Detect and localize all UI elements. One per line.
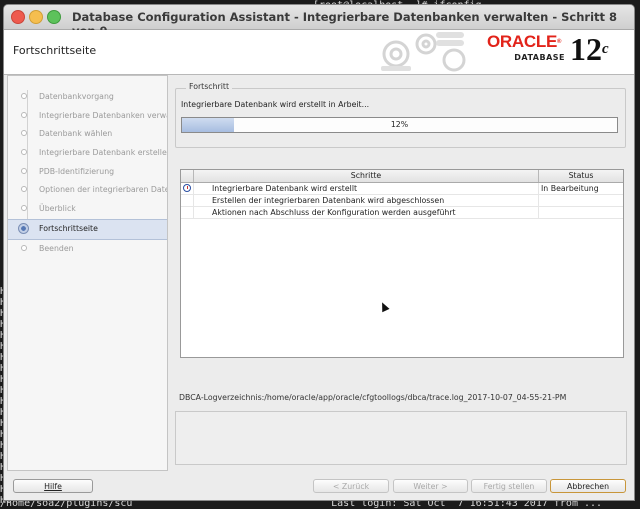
step-status-cell — [539, 207, 623, 218]
sidebar-item-label: Optionen der integrierbaren Datenbank — [39, 185, 167, 195]
progress-status-text: Integrierbare Datenbank wird erstellt in… — [181, 100, 370, 109]
progress-group-label: Fortschritt — [186, 82, 233, 91]
step-dot-icon — [21, 130, 27, 137]
dbca-window: Database Configuration Assistant - Integ… — [3, 4, 635, 501]
step-dot-icon — [21, 205, 27, 212]
progress-bar: 12% — [181, 117, 618, 133]
step-name-cell: Aktionen nach Abschluss der Konfiguratio… — [194, 207, 539, 218]
sidebar-item[interactable]: PDB-Identifizierung — [8, 163, 167, 182]
column-header-status[interactable]: Status — [539, 170, 623, 182]
gears-illustration-icon — [381, 32, 466, 72]
sidebar-item-label: Integrierbare Datenbanken verwalten — [39, 110, 167, 120]
close-window-button[interactable] — [11, 10, 25, 24]
finish-button[interactable]: Fertig stellen — [471, 479, 547, 493]
progress-group: Fortschritt Integrierbare Datenbank wird… — [175, 82, 626, 148]
step-name-cell: Erstellen der integrierbaren Datenbank w… — [194, 195, 539, 206]
step-name-cell: Integrierbare Datenbank wird erstellt — [194, 183, 539, 194]
sidebar-item-label: Datenbankvorgang — [39, 92, 114, 101]
sidebar-item[interactable]: Integrierbare Datenbanken verwalten — [8, 107, 167, 126]
step-status-cell: In Bearbeitung — [541, 184, 599, 193]
table-row[interactable]: Erstellen der integrierbaren Datenbank w… — [181, 195, 623, 207]
step-dot-icon — [21, 186, 27, 193]
table-row[interactable]: Integrierbare Datenbank wird erstellt In … — [181, 183, 623, 195]
sidebar-item[interactable]: Fortschrittseite — [8, 218, 167, 240]
step-status-cell — [539, 195, 623, 206]
sidebar-item-label: Datenbank wählen — [39, 129, 113, 139]
oracle-wordmark: ORACLE — [487, 32, 557, 51]
version-suffix: c — [602, 41, 609, 57]
page-title: Fortschrittseite — [13, 44, 97, 57]
table-row[interactable]: Aktionen nach Abschluss der Konfiguratio… — [181, 207, 623, 219]
row-icon-cell — [181, 183, 194, 194]
sidebar-item-label: Integrierbare Datenbank erstellen — [39, 148, 167, 158]
step-dot-icon — [21, 244, 27, 251]
help-button[interactable]: Hilfe — [13, 479, 93, 493]
column-header-icon[interactable] — [181, 170, 194, 182]
step-dot-icon — [21, 167, 27, 174]
button-bar: Hilfe < Zurück Weiter > Fertig stellen A… — [4, 473, 634, 500]
steps-table-header: Schritte Status — [181, 170, 623, 183]
sidebar-item-label: Fortschrittseite — [39, 223, 98, 233]
sidebar-item[interactable]: Datenbank wählen — [8, 125, 167, 144]
clock-icon — [183, 184, 191, 192]
step-dot-icon — [21, 93, 27, 99]
steps-table: Schritte Status Integrierbare Datenbank … — [180, 169, 624, 358]
oracle-logo: ORACLE® DATABASE — [487, 32, 565, 62]
title-bar[interactable]: Database Configuration Assistant - Integ… — [4, 5, 634, 38]
help-button-label: Hilfe — [44, 482, 62, 491]
log-directory-text: DBCA-Logverzeichnis:/home/oracle/app/ora… — [179, 393, 567, 402]
next-button[interactable]: Weiter > — [393, 479, 468, 493]
minimize-window-button[interactable] — [29, 10, 43, 24]
current-step-icon — [18, 222, 29, 234]
sidebar-item[interactable]: Überblick — [8, 200, 167, 219]
main-content: Fortschritt Integrierbare Datenbank wird… — [170, 75, 630, 469]
back-button[interactable]: < Zurück — [313, 479, 389, 493]
sidebar-item-label: PDB-Identifizierung — [39, 166, 115, 176]
sidebar-item[interactable]: Integrierbare Datenbank erstellen — [8, 144, 167, 163]
sidebar-item-label: Beenden — [39, 243, 74, 253]
row-icon-cell — [181, 195, 194, 206]
wizard-steps-sidebar: Datenbankvorgang Integrierbare Datenbanke… — [7, 75, 168, 471]
maximize-window-button[interactable] — [47, 10, 61, 24]
sidebar-item[interactable]: Datenbankvorgang — [8, 88, 167, 107]
progress-percent: 12% — [390, 120, 409, 129]
step-dot-icon — [21, 149, 27, 156]
cancel-button[interactable]: Abbrechen — [550, 479, 626, 493]
column-header-steps[interactable]: Schritte — [194, 170, 539, 182]
row-icon-cell — [181, 207, 194, 218]
version-number: 12 — [570, 31, 602, 67]
step-dot-icon — [21, 111, 27, 118]
oracle-product-name: DATABASE — [487, 53, 565, 62]
page-header: Fortschrittseite ORACLE® DATABASE 12c — [4, 30, 634, 75]
version-12c-logo: 12c — [570, 32, 609, 66]
log-details-area — [175, 411, 627, 465]
sidebar-item[interactable]: Optionen der integrierbaren Datenbank — [8, 181, 167, 200]
sidebar-item[interactable]: Beenden — [8, 240, 167, 259]
sidebar-item-label: Überblick — [39, 204, 76, 214]
